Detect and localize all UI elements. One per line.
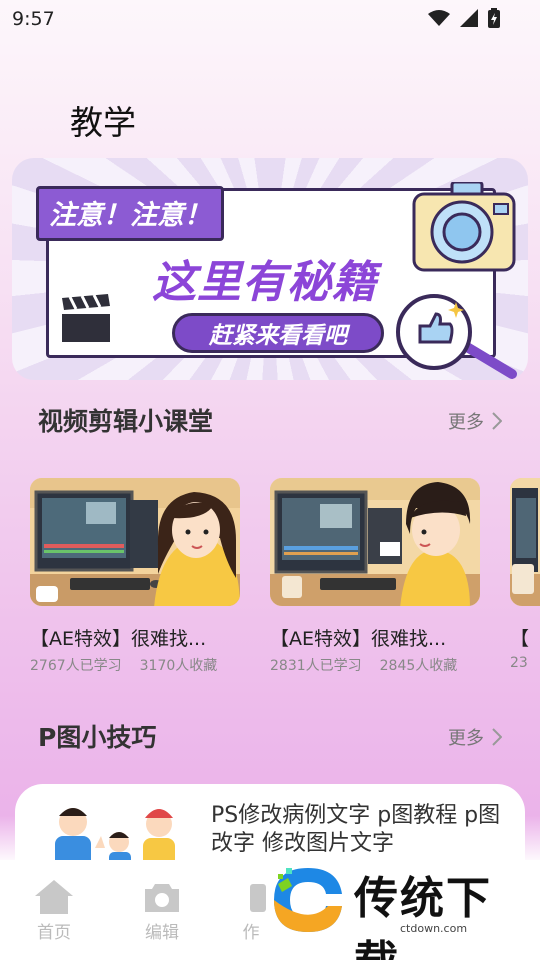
tab-edit[interactable]: 编辑 bbox=[132, 880, 192, 943]
watermark-brand: 传统下载 bbox=[354, 873, 492, 960]
learner-count: 23 bbox=[510, 655, 528, 671]
video-card[interactable]: 【AE特效】很难找... 2831人已学习 2845人收藏 bbox=[270, 478, 482, 675]
video-card[interactable]: 【 23 bbox=[510, 478, 540, 671]
more-label: 更多 bbox=[448, 412, 484, 433]
promo-banner[interactable]: 注意！注意！ 这里有秘籍 赶紧来看看吧 bbox=[12, 158, 528, 380]
battery-icon bbox=[488, 8, 500, 28]
wifi-icon bbox=[428, 10, 450, 26]
page-title: 教学 bbox=[70, 103, 136, 142]
camera-icon bbox=[412, 182, 516, 272]
chevron-right-icon bbox=[492, 728, 502, 746]
tips-more-link[interactable]: 更多 bbox=[448, 724, 502, 750]
video-meta: 23 bbox=[510, 655, 540, 671]
favorite-count: 3170人收藏 bbox=[139, 658, 218, 674]
banner-cta-button[interactable]: 赶紧来看看吧 bbox=[172, 313, 384, 353]
section-title-tips: P图小技巧 bbox=[38, 723, 157, 752]
watermark-logo: 传统下载 ctdown.com bbox=[262, 858, 522, 960]
section-title-video: 视频剪辑小课堂 bbox=[38, 407, 214, 436]
tab-home[interactable]: 首页 bbox=[24, 880, 84, 943]
video-more-link[interactable]: 更多 bbox=[448, 408, 502, 434]
ctdown-logo-icon bbox=[274, 868, 342, 932]
video-title: 【 bbox=[510, 628, 530, 650]
status-time: 9:57 bbox=[12, 8, 55, 30]
learner-count: 2831人已学习 bbox=[270, 658, 362, 674]
banner-tag: 注意！注意！ bbox=[36, 186, 224, 241]
video-title: 【AE特效】很难找... bbox=[30, 628, 207, 650]
banner-headline: 这里有秘籍 bbox=[152, 257, 377, 308]
video-thumbnail bbox=[270, 478, 480, 606]
video-thumbnail bbox=[510, 478, 540, 606]
magnifier-thumbs-up-icon bbox=[396, 294, 517, 379]
tab-label: 作 bbox=[242, 923, 260, 943]
video-card[interactable]: 【AE特效】很难找... 2767人已学习 3170人收藏 bbox=[30, 478, 242, 675]
signal-icon bbox=[460, 9, 478, 27]
status-icons bbox=[428, 8, 500, 28]
video-meta: 2831人已学习 2845人收藏 bbox=[270, 655, 482, 675]
clapperboard-icon bbox=[62, 294, 110, 342]
camera-icon bbox=[145, 884, 179, 912]
video-title: 【AE特效】很难找... bbox=[270, 628, 447, 650]
home-icon bbox=[35, 880, 73, 914]
chevron-right-icon bbox=[492, 412, 502, 430]
more-label: 更多 bbox=[448, 728, 484, 749]
tip-title: PS修改病例文字 p图教程 p图改字 修改图片文字 bbox=[211, 803, 501, 856]
tab-label: 编辑 bbox=[145, 923, 179, 943]
learner-count: 2767人已学习 bbox=[30, 658, 122, 674]
status-bar: 9:57 bbox=[0, 0, 540, 38]
video-meta: 2767人已学习 3170人收藏 bbox=[30, 655, 242, 675]
tab-label: 首页 bbox=[37, 923, 71, 943]
video-thumbnail bbox=[30, 478, 240, 606]
favorite-count: 2845人收藏 bbox=[379, 658, 458, 674]
watermark-site: ctdown.com bbox=[400, 922, 468, 935]
